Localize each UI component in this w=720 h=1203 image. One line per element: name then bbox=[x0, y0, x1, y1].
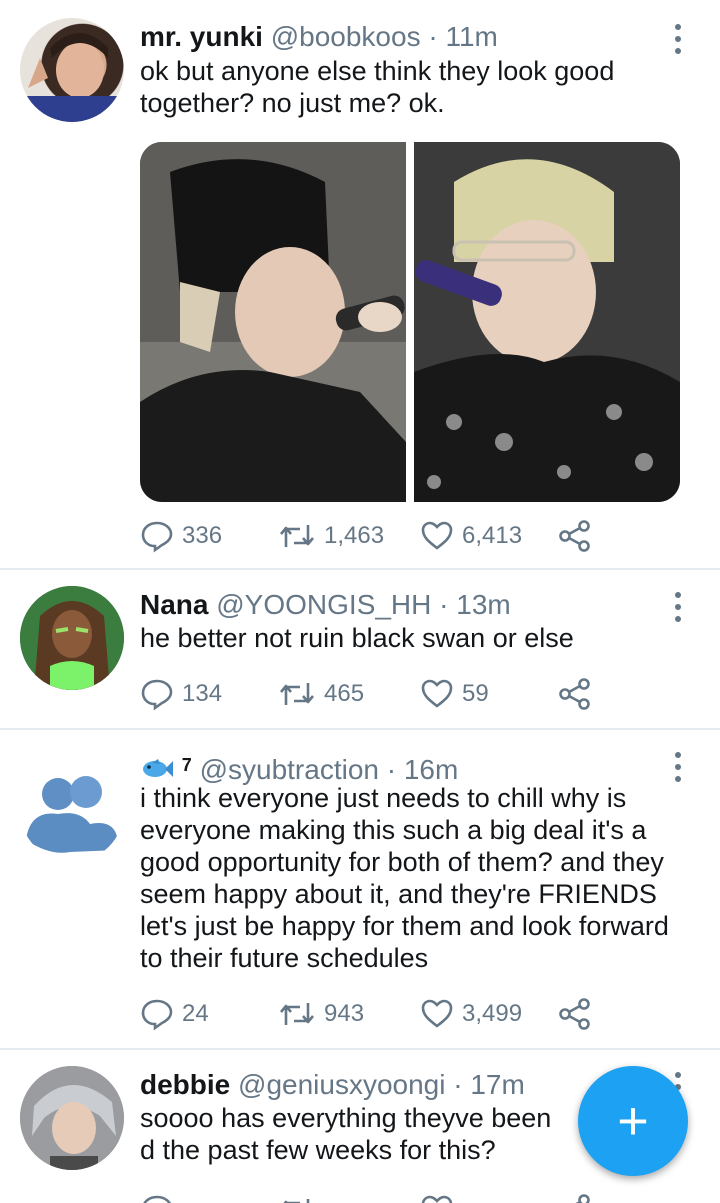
tweet-3[interactable]: 7 @syubtraction · 16m i think everyone j… bbox=[0, 730, 720, 1048]
handle[interactable]: @syubtraction bbox=[200, 754, 379, 785]
default-avatar-icon bbox=[26, 776, 119, 853]
handle[interactable]: @YOONGIS_HH bbox=[216, 589, 431, 620]
compose-icon: + bbox=[617, 1091, 649, 1151]
reply-icon bbox=[141, 999, 173, 1031]
display-name-superscript[interactable]: 7 bbox=[182, 755, 192, 775]
share-button[interactable] bbox=[558, 994, 600, 1034]
tweet-text: soooo has everything theyve been d the p… bbox=[140, 1103, 552, 1165]
timestamp: · 16m bbox=[386, 754, 459, 785]
tweet-actions: 24 943 3,499 bbox=[140, 994, 610, 1034]
more-icon[interactable] bbox=[668, 24, 688, 54]
tweet-header: Nana @YOONGIS_HH · 13m bbox=[140, 588, 511, 622]
tweet-header: mr. yunki @boobkoos · 11m bbox=[140, 20, 498, 54]
display-name[interactable]: mr. yunki bbox=[140, 21, 263, 52]
timestamp: · 17m bbox=[453, 1069, 525, 1100]
share-icon bbox=[559, 520, 590, 552]
retweet-icon bbox=[280, 525, 314, 547]
timestamp: · 11m bbox=[428, 21, 498, 52]
display-name[interactable]: Nana bbox=[140, 589, 208, 620]
like-button[interactable]: 59 bbox=[420, 674, 489, 714]
reply-count: 336 bbox=[182, 522, 223, 549]
tweet-actions: 134 465 59 bbox=[140, 674, 610, 714]
tweet-1[interactable]: mr. yunki @boobkoos · 11m ok but anyone … bbox=[0, 0, 720, 568]
share-button[interactable] bbox=[558, 516, 600, 556]
reply-icon bbox=[141, 679, 173, 711]
timestamp: · 13m bbox=[439, 589, 511, 620]
fish-emoji-icon bbox=[140, 755, 174, 783]
retweet-icon bbox=[280, 683, 314, 705]
avatar[interactable] bbox=[20, 758, 124, 862]
share-icon bbox=[559, 678, 590, 710]
share-icon bbox=[559, 998, 590, 1030]
like-icon bbox=[421, 1195, 453, 1203]
retweet-icon bbox=[280, 1003, 314, 1025]
like-count: 6,413 bbox=[462, 522, 523, 549]
more-icon[interactable] bbox=[668, 752, 688, 782]
reply-button[interactable]: 134 bbox=[140, 674, 222, 714]
avatar[interactable] bbox=[20, 586, 124, 690]
tweet-text: ok but anyone else think they look good … bbox=[140, 56, 615, 118]
retweet-icon bbox=[283, 1199, 310, 1203]
reply-button[interactable]: 336 bbox=[140, 516, 222, 556]
share-button[interactable] bbox=[558, 674, 600, 714]
handle[interactable]: @boobkoos bbox=[271, 21, 421, 52]
compose-button[interactable]: + bbox=[578, 1066, 688, 1176]
like-button[interactable]: 3,499 bbox=[420, 994, 522, 1034]
like-icon bbox=[421, 521, 453, 550]
tweet-text: he better not ruin black swan or else bbox=[140, 623, 574, 653]
avatar[interactable] bbox=[20, 18, 124, 122]
like-icon bbox=[421, 999, 453, 1028]
retweet-button[interactable] bbox=[278, 1190, 324, 1203]
handle[interactable]: @geniusxyoongi bbox=[238, 1069, 445, 1100]
like-button[interactable] bbox=[420, 1190, 462, 1203]
retweet-count: 943 bbox=[324, 1000, 365, 1027]
like-button[interactable]: 6,413 bbox=[420, 516, 522, 556]
retweet-button[interactable]: 943 bbox=[278, 994, 364, 1034]
like-count: 59 bbox=[462, 680, 489, 707]
reply-button[interactable] bbox=[140, 1190, 182, 1203]
share-icon bbox=[575, 1194, 590, 1203]
media-grid bbox=[140, 142, 680, 502]
tweet-actions bbox=[140, 1190, 610, 1203]
retweet-button[interactable]: 465 bbox=[278, 674, 364, 714]
retweet-count: 1,463 bbox=[324, 522, 385, 549]
retweet-count: 465 bbox=[324, 680, 365, 707]
reply-button[interactable]: 24 bbox=[140, 994, 209, 1034]
avatar[interactable] bbox=[20, 1066, 124, 1170]
like-count: 3,499 bbox=[462, 1000, 523, 1027]
tweet-actions: 336 1,463 6,413 bbox=[140, 516, 610, 556]
share-button[interactable] bbox=[558, 1190, 600, 1203]
like-icon bbox=[421, 679, 453, 708]
reply-count: 134 bbox=[182, 680, 223, 707]
reply-icon bbox=[143, 1195, 171, 1203]
retweet-button[interactable]: 1,463 bbox=[278, 516, 384, 556]
more-icon[interactable] bbox=[668, 592, 688, 622]
reply-count: 24 bbox=[182, 1000, 209, 1027]
display-name[interactable]: debbie bbox=[140, 1069, 230, 1100]
tweet-text: i think everyone just needs to chill why… bbox=[140, 783, 669, 973]
reply-icon bbox=[141, 521, 173, 553]
photo-left[interactable] bbox=[140, 142, 406, 502]
photo-right[interactable] bbox=[414, 142, 680, 502]
tweet-2[interactable]: Nana @YOONGIS_HH · 13m he better not rui… bbox=[0, 570, 720, 728]
tweet-header: debbie @geniusxyoongi · 17m bbox=[140, 1068, 525, 1102]
